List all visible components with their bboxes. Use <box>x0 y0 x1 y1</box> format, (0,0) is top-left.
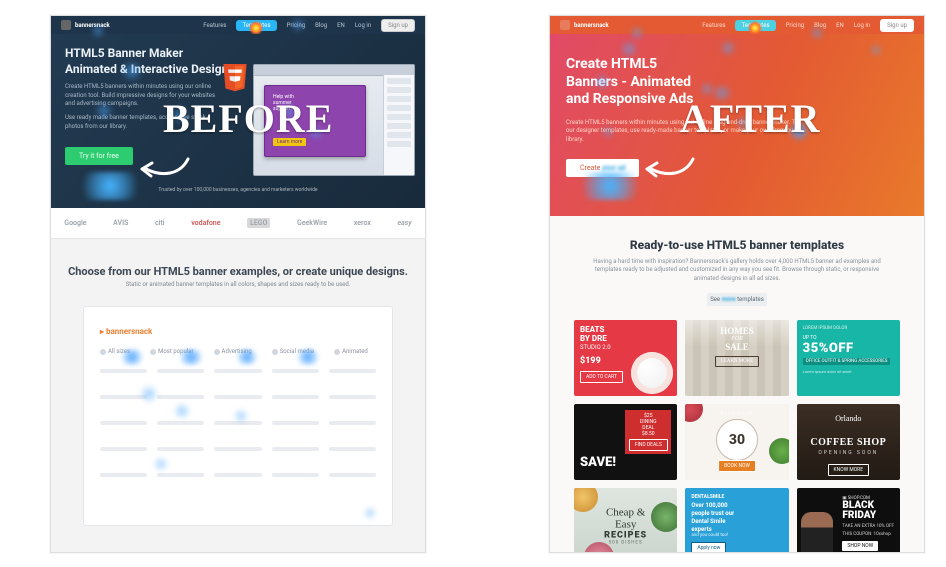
tile-btn[interactable]: SHOP NOW <box>842 541 878 551</box>
before-screenshot: bannersnack Features Templates Pricing B… <box>50 15 426 553</box>
hero-para2: Use ready made banner templates, access … <box>65 114 225 131</box>
tile-btn[interactable]: Apply now <box>691 542 726 553</box>
trust-logo: GeekWire <box>297 219 327 227</box>
brand-logo-icon <box>560 20 570 30</box>
heatmap-blob <box>720 40 736 56</box>
template-tile[interactable]: DENTALSMILE Over 100,000 people trust ou… <box>685 488 788 553</box>
nav-lang[interactable]: EN <box>836 22 844 29</box>
heatmap-blob <box>364 507 376 519</box>
sec2-sub: Having a hard time with inspiration? Ban… <box>582 258 892 283</box>
trust-caption: Trusted by over 100,000 businesses, agen… <box>51 187 425 193</box>
hero-cta-button[interactable]: Create your ad <box>566 159 639 177</box>
canvas-text: Help with summer support? <box>273 94 294 112</box>
tile-btn[interactable]: LEARN MORE <box>715 356 759 367</box>
nav-signup[interactable]: Sign up <box>381 19 415 32</box>
template-tile[interactable]: Cheap & Easy RECIPES 500 DISHES <box>574 488 677 553</box>
nav-blog[interactable]: Blog <box>315 22 327 29</box>
filter[interactable]: Social media <box>272 348 314 355</box>
before-section2: Choose from our HTML5 banner examples, o… <box>51 239 425 553</box>
filter[interactable]: Advertising <box>214 348 252 355</box>
filter[interactable]: Animated <box>334 348 368 355</box>
hero-title-l3: and Responsive Ads <box>566 91 693 107</box>
template-tile[interactable]: SAVE! $25 DINING DEAL $8.50 FIND DEALS <box>574 404 677 480</box>
sec2-sub: Static or animated banner templates in a… <box>65 281 411 288</box>
placeholder-grid <box>100 369 376 477</box>
tile-btn[interactable]: ADD TO CART <box>580 371 623 383</box>
filter[interactable]: All sizes <box>100 348 130 355</box>
trust-logo: LEGO <box>247 218 270 228</box>
template-tile[interactable]: BEATSBY DRE STUDIO 2.0 $199 ADD TO CART <box>574 320 677 396</box>
hero-cta-button[interactable]: Try it for free <box>65 147 133 165</box>
nav-signup[interactable]: Sign up <box>880 19 914 32</box>
template-tile[interactable]: PLAN YOUR 30 BOOK NOW <box>685 404 788 480</box>
html5-shield-icon <box>221 64 249 94</box>
person-icon <box>801 512 833 553</box>
heatmap-blob <box>73 172 147 200</box>
template-tile[interactable]: ▣ SHOP.COM BLACK FRIDAY TAKE AN EXTRA 10… <box>797 488 900 553</box>
after-screenshot: bannersnack Features Templates Pricing B… <box>549 15 925 553</box>
brand: bannersnack <box>61 20 110 30</box>
trust-logo: vodafone <box>191 219 220 227</box>
brand-logo-icon <box>61 20 71 30</box>
nav-lang[interactable]: EN <box>337 22 345 29</box>
after-nav: Features Templates Pricing Blog EN Log i… <box>702 19 914 32</box>
before-hero: HTML5 Banner Maker Animated & Interactiv… <box>51 34 425 208</box>
see-more-button[interactable]: See more templates <box>707 293 767 306</box>
hero-editor-mock: Help with summer support? Learn more <box>253 64 415 176</box>
template-grid: BEATSBY DRE STUDIO 2.0 $199 ADD TO CART … <box>574 320 900 553</box>
trust-logo: citi <box>155 219 165 227</box>
after-header: bannersnack Features Templates Pricing B… <box>550 16 924 34</box>
deal-badge: $25 DINING DEAL $8.50 FIND DEALS <box>625 410 671 454</box>
brand: bannersnack <box>560 20 609 30</box>
template-tile[interactable]: HOMES FOR SALE LEARN MORE <box>685 320 788 396</box>
hero-title-l2: Banners - Animated <box>566 74 691 90</box>
nav-pricing[interactable]: Pricing <box>287 22 306 29</box>
trust-logo: AVIS <box>113 219 128 227</box>
nav-features[interactable]: Features <box>702 22 725 29</box>
filter[interactable]: Most popular <box>150 348 193 355</box>
trust-logo: xerox <box>354 219 371 227</box>
trust-logo: Google <box>64 219 86 227</box>
after-section2: Ready-to-use HTML5 banner templates Havi… <box>550 216 924 553</box>
nav-blog[interactable]: Blog <box>814 22 826 29</box>
nav-pricing[interactable]: Pricing <box>786 22 805 29</box>
hero-para: Create HTML5 banners within minutes usin… <box>566 119 806 145</box>
tile-btn[interactable]: KNOW MORE <box>828 464 870 476</box>
heatmap-hot-icon <box>748 21 762 35</box>
filter-row: All sizes Most popular Advertising Socia… <box>100 348 376 355</box>
trust-logo: easy <box>397 219 411 227</box>
before-nav: Features Templates Pricing Blog EN Log i… <box>203 19 415 32</box>
nav-features[interactable]: Features <box>203 22 226 29</box>
hero-title-l1: HTML5 Banner Maker <box>65 46 183 60</box>
hero-title-l1: Create HTML5 <box>566 56 657 72</box>
hero-title: Create HTML5 Banners - Animated and Resp… <box>566 56 908 109</box>
template-tile[interactable]: Orlando COFFEE SHOP OPENING SOON KNOW MO… <box>797 404 900 480</box>
nav-login[interactable]: Log in <box>854 22 870 29</box>
headphones-icon <box>631 352 673 394</box>
hero-title-l2: Animated & Interactive Designs <box>65 62 234 76</box>
editor-canvas: Help with summer support? Learn more <box>264 85 366 157</box>
sec2-filter-card: ▸ bannersnack All sizes Most popular Adv… <box>83 306 393 526</box>
trust-logo-row: Google AVIS citi vodafone LEGO GeekWire … <box>51 208 425 239</box>
comparison-stage: bannersnack Features Templates Pricing B… <box>0 0 946 567</box>
heatmap-hot-icon <box>249 21 263 35</box>
nav-login[interactable]: Log in <box>355 22 371 29</box>
sec2-title: Ready-to-use HTML5 banner templates <box>564 238 910 252</box>
sec2-title: Choose from our HTML5 banner examples, o… <box>65 265 411 278</box>
template-tile[interactable]: LOREM IPSUM DOLOR UP TO 35%OFF OFFICE OU… <box>797 320 900 396</box>
brand-name: bannersnack <box>574 22 609 29</box>
brand-name: bannersnack <box>75 22 110 29</box>
canvas-button: Learn more <box>273 138 306 146</box>
tile-btn[interactable]: BOOK NOW <box>718 460 756 472</box>
hero-para1: Create HTML5 banners within minutes usin… <box>65 83 225 108</box>
card-brand: ▸ bannersnack <box>100 327 376 336</box>
after-hero: Create HTML5 Banners - Animated and Resp… <box>550 34 924 216</box>
before-header: bannersnack Features Templates Pricing B… <box>51 16 425 34</box>
